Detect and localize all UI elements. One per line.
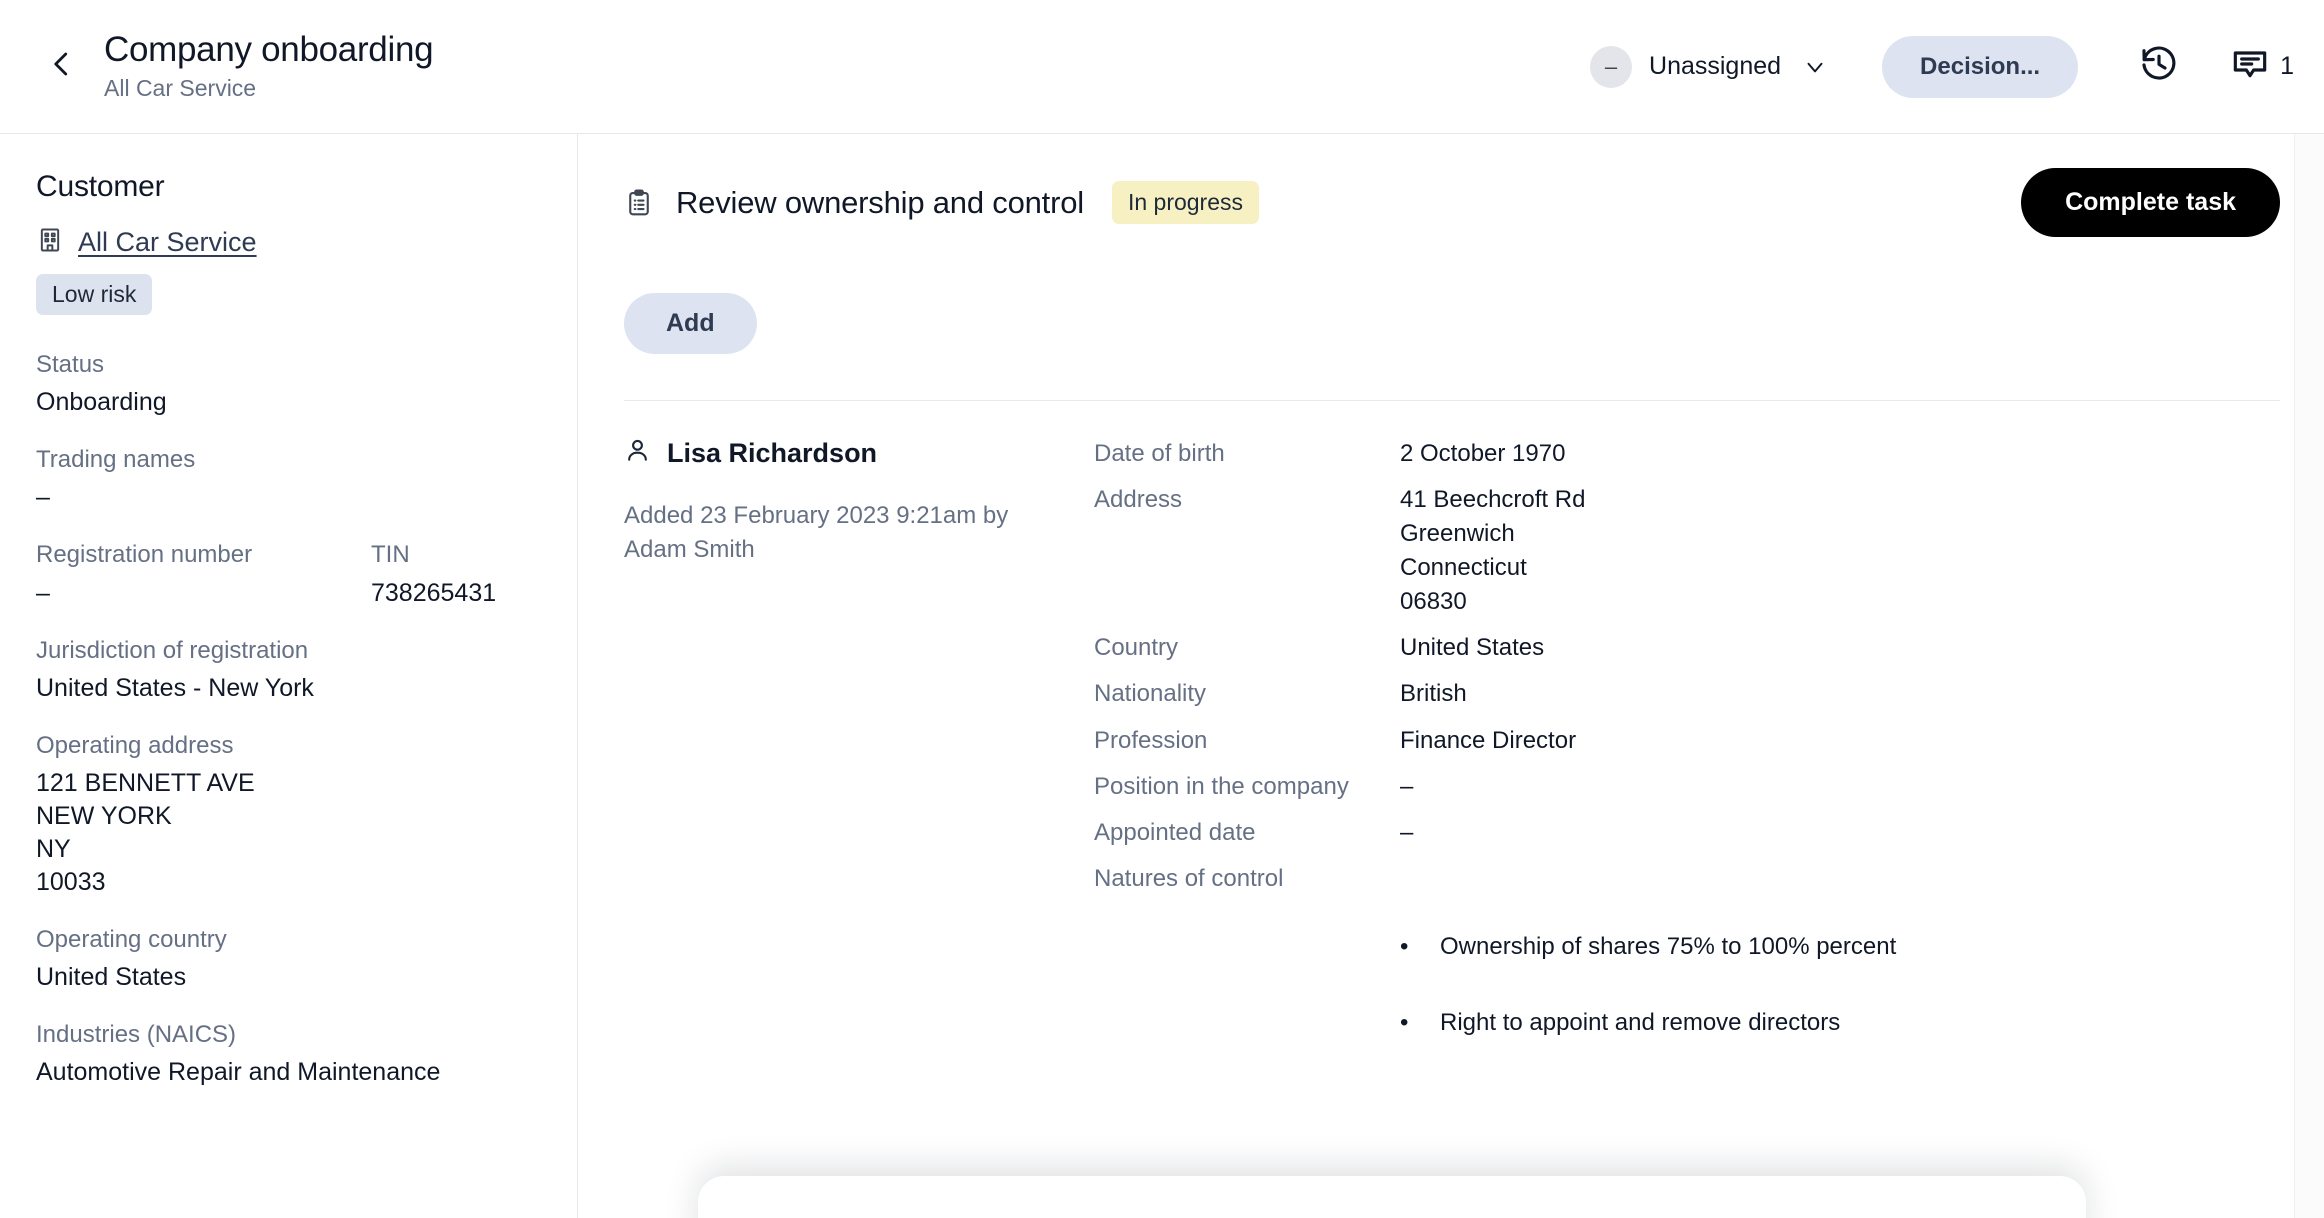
field-registration-number: Registration number – xyxy=(36,539,371,609)
person-icon xyxy=(624,437,651,469)
assignee-name: Unassigned xyxy=(1649,52,1782,80)
field-jurisdiction: Jurisdiction of registration United Stat… xyxy=(36,635,543,705)
field-label: Status xyxy=(36,351,105,378)
customer-company-name: All Car Service xyxy=(78,227,257,257)
detail-row: Nationality British xyxy=(1094,677,2280,711)
task-title: Review ownership and control xyxy=(676,184,1084,220)
detail-label: Profession xyxy=(1094,726,1208,754)
detail-label: Nationality xyxy=(1094,680,1207,708)
detail-value: • Ownership of shares 75% to 100% percen… xyxy=(1400,862,2280,1117)
add-button[interactable]: Add xyxy=(624,293,757,354)
header-title-group: Company onboarding All Car Service xyxy=(104,30,434,103)
back-button[interactable] xyxy=(34,39,90,95)
detail-row: Address 41 Beechcroft Rd Greenwich Conne… xyxy=(1094,483,2280,619)
avatar: – xyxy=(1590,45,1633,88)
assignee-dropdown[interactable]: – Unassigned xyxy=(1580,38,1838,96)
field-label: Registration number xyxy=(36,541,253,569)
complete-task-button[interactable]: Complete task xyxy=(2021,168,2280,237)
field-label: Jurisdiction of registration xyxy=(36,636,309,664)
decision-button[interactable]: Decision... xyxy=(1882,35,2079,98)
field-value: – xyxy=(36,578,50,607)
field-operating-country: Operating country United States xyxy=(36,924,543,994)
field-value: United States - New York xyxy=(36,673,314,702)
history-icon xyxy=(2139,44,2179,89)
history-button[interactable] xyxy=(2128,36,2190,98)
detail-label: Date of birth xyxy=(1094,440,1225,467)
page-body: Customer All Car Service Low risk Status… xyxy=(0,134,2324,1218)
detail-value: – xyxy=(1400,818,1414,846)
customer-sidebar: Customer All Car Service Low risk Status… xyxy=(0,134,578,1218)
person-added-meta: Added 23 February 2023 9:21am by Adam Sm… xyxy=(624,502,1009,564)
chevron-down-icon xyxy=(1802,54,1828,80)
detail-row: Country United States xyxy=(1094,631,2280,665)
person-summary: Lisa Richardson Added 23 February 2023 9… xyxy=(624,437,1094,1128)
field-industries: Industries (NAICS) Automotive Repair and… xyxy=(36,1019,543,1089)
status-badge: In progress xyxy=(1111,181,1260,224)
detail-label: Appointed date xyxy=(1094,818,1256,846)
field-operating-address: Operating address 121 BENNETT AVE NEW YO… xyxy=(36,730,543,899)
field-label: Industries (NAICS) xyxy=(36,1021,237,1049)
detail-value: Finance Director xyxy=(1400,726,1577,754)
detail-value: British xyxy=(1400,680,1467,708)
bullet-glyph: • xyxy=(1400,1009,1409,1037)
app-header: Company onboarding All Car Service – Una… xyxy=(0,0,2324,134)
list-item: • Ownership of shares 75% to 100% percen… xyxy=(1400,930,2280,964)
risk-badge: Low risk xyxy=(36,274,153,315)
field-label: Operating address xyxy=(36,731,234,759)
list-item-label: Ownership of shares 75% to 100% percent xyxy=(1440,932,1897,960)
page-title: Company onboarding xyxy=(104,30,434,70)
field-value: United States xyxy=(36,963,187,992)
vertical-scrollbar[interactable] xyxy=(2294,134,2324,1218)
list-item-label: Right to appoint and remove directors xyxy=(1440,1009,1841,1037)
field-value: 121 BENNETT AVE NEW YORK NY 10033 xyxy=(36,768,255,896)
field-registration-tin-row: Registration number – TIN 738265431 xyxy=(36,539,543,609)
page-subtitle: All Car Service xyxy=(104,75,257,102)
detail-value: United States xyxy=(1400,634,1545,662)
sidebar-section-title: Customer xyxy=(36,170,165,203)
bullet-glyph: • xyxy=(1400,932,1409,960)
field-label: Trading names xyxy=(36,446,196,474)
customer-company-link[interactable]: All Car Service xyxy=(36,226,543,259)
field-value: – xyxy=(36,483,50,512)
header-actions: – Unassigned Decision... 1 xyxy=(1580,35,2294,98)
field-tin: TIN 738265431 xyxy=(371,539,543,609)
detail-value: – xyxy=(1400,772,1414,800)
person-record: Lisa Richardson Added 23 February 2023 9… xyxy=(624,401,2280,1128)
detail-row-natures-of-control: Natures of control • Ownership of shares… xyxy=(1094,862,2280,1117)
detail-value: 41 Beechcroft Rd Greenwich Connecticut 0… xyxy=(1400,486,1586,616)
task-header: Review ownership and control In progress… xyxy=(624,168,2280,237)
field-value: Onboarding xyxy=(36,388,167,417)
field-trading-names: Trading names – xyxy=(36,444,543,514)
task-main-panel: Review ownership and control In progress… xyxy=(578,134,2324,1218)
building-icon xyxy=(36,226,64,259)
detail-row: Appointed date – xyxy=(1094,816,2280,850)
list-item: • Right to appoint and remove directors xyxy=(1400,1006,2280,1040)
person-details: Date of birth 2 October 1970 Address 41 … xyxy=(1094,437,2280,1128)
person-name-row: Lisa Richardson xyxy=(624,437,1054,469)
bottom-sheet-peek xyxy=(698,1176,2086,1218)
detail-value: 2 October 1970 xyxy=(1400,440,1566,467)
detail-label: Position in the company xyxy=(1094,772,1349,800)
person-name: Lisa Richardson xyxy=(667,437,878,468)
comment-count: 1 xyxy=(2280,52,2294,80)
field-status: Status Onboarding xyxy=(36,349,543,419)
detail-label: Natures of control xyxy=(1094,864,1284,892)
natures-of-control-list: • Ownership of shares 75% to 100% percen… xyxy=(1400,896,2280,1082)
field-label: Operating country xyxy=(36,925,227,953)
comment-icon xyxy=(2230,44,2270,89)
comments-button[interactable]: 1 xyxy=(2230,44,2294,89)
detail-row: Position in the company – xyxy=(1094,770,2280,804)
field-label: TIN xyxy=(371,541,410,569)
detail-label: Country xyxy=(1094,634,1179,662)
field-value: 738265431 xyxy=(371,578,497,607)
clipboard-icon xyxy=(624,188,654,218)
detail-label: Address xyxy=(1094,486,1183,514)
detail-row: Profession Finance Director xyxy=(1094,724,2280,758)
detail-row: Date of birth 2 October 1970 xyxy=(1094,437,2280,471)
field-value: Automotive Repair and Maintenance xyxy=(36,1058,441,1087)
chevron-left-icon xyxy=(47,49,77,84)
